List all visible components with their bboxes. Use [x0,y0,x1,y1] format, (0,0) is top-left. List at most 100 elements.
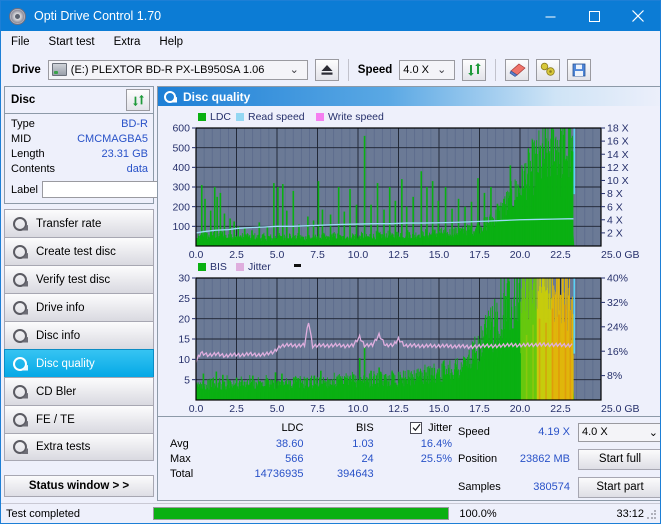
disc-icon [13,356,27,371]
disc-row-contents: Contents data [11,162,148,177]
menu-start-test[interactable]: Start test [47,34,104,50]
max-jitter: 25.5% [420,452,452,465]
status-window-button[interactable]: Status window > > [4,475,154,497]
svg-text:10 X: 10 X [607,175,629,187]
svg-text:7.5: 7.5 [310,403,325,415]
svg-text:BIS: BIS [210,261,227,273]
toolbar-separator-2 [495,58,497,81]
disc-refresh-button[interactable] [126,89,150,111]
svg-text:100: 100 [172,221,190,233]
start-full-button[interactable]: Start full [578,448,660,470]
chevron-down-icon: ⌄ [289,64,299,76]
sidebar-item-drive-info[interactable]: Drive info [4,293,154,321]
resize-grip-icon[interactable] [646,509,658,521]
disc-panel-title: Disc [11,94,36,106]
stats-table: LDC BIS Jitter Avg 38.60 1.03 16.4% Max … [166,420,456,481]
sidebar-item-disc-quality[interactable]: Disc quality [4,349,154,377]
disc-label-row: Label [11,180,233,199]
speed-select-bottom[interactable]: 4.0 X ⌄ [578,422,660,442]
speed-label: Speed [357,63,393,76]
total-ldc: 14736935 [254,467,304,480]
disc-mid-value: CMCMAGBA5 [77,133,148,145]
menu-extra[interactable]: Extra [112,34,150,50]
disc-type-value: BD-R [121,118,148,130]
sidebar-nav: Transfer rate Create test disc Verify te… [4,209,154,461]
menu-help[interactable]: Help [157,34,192,50]
erase-button[interactable] [505,58,530,81]
drive-select[interactable]: (E:) PLEXTOR BD-R PX-LB950SA 1.06 ⌄ [47,59,308,80]
status-message: Test completed [6,507,80,520]
disc-panel-header: Disc [5,87,153,114]
svg-text:Read speed: Read speed [248,111,305,123]
table-row: Total 14736935 394643 [166,466,456,481]
svg-text:400: 400 [172,162,190,174]
disc-length-value: 23.31 GB [101,148,148,160]
disc-label-key: Label [11,183,38,196]
sidebar-item-cd-bler[interactable]: CD Bler [4,377,154,405]
svg-text:30: 30 [178,273,190,285]
row-label-total: Total [170,467,194,480]
sidebar-item-label: Transfer rate [36,217,102,230]
svg-text:18 X: 18 X [607,123,629,135]
svg-text:17.5: 17.5 [469,403,490,415]
svg-text:12.5: 12.5 [388,403,409,415]
svg-text:22.5: 22.5 [550,403,571,415]
disc-icon [13,412,27,427]
sidebar-item-label: CD Bler [36,385,77,398]
jitter-checkbox[interactable] [410,421,423,434]
svg-text:15.0: 15.0 [429,249,450,261]
disc-icon [13,328,27,343]
samples-value: 380574 [533,481,570,493]
eject-button[interactable] [314,58,339,81]
stats-table-wrap: LDC BIS Jitter Avg 38.60 1.03 16.4% Max … [158,420,458,500]
sidebar-item-fe-te[interactable]: FE / TE [4,405,154,433]
sidebar-item-transfer-rate[interactable]: Transfer rate [4,209,154,237]
sidebar-item-create-test-disc[interactable]: Create test disc [4,237,154,265]
sidebar-item-disc-info[interactable]: Disc info [4,321,154,349]
window-controls [528,1,660,31]
sidebar-item-label: Create test disc [36,245,116,258]
progress-track [153,507,450,520]
samples-label: Samples [458,481,501,493]
close-icon[interactable] [616,1,660,31]
stats-row-header-blank [166,420,218,436]
svg-text:8%: 8% [607,370,622,382]
refresh-button[interactable] [462,58,487,81]
progress-bar [148,504,454,523]
jitter-label: Jitter [428,421,452,434]
disc-row-length: Length 23.31 GB [11,147,148,162]
disc-icon [9,7,26,25]
progress-fill [154,508,449,519]
svg-text:16%: 16% [607,346,628,358]
svg-text:24%: 24% [607,321,628,333]
svg-text:12.5: 12.5 [388,249,409,261]
svg-text:17.5: 17.5 [469,249,490,261]
chevron-down-icon: ⌄ [437,64,447,76]
speed-stat-value: 4.19 X [538,426,570,438]
disc-mid-key: MID [11,133,32,145]
stats-panel: LDC BIS Jitter Avg 38.60 1.03 16.4% Max … [158,416,660,500]
minimize-icon[interactable] [528,1,572,31]
save-button[interactable] [567,58,592,81]
svg-text:10: 10 [178,354,190,366]
disc-rows: Type BD-R MID CMCMAGBA5 Length 23.31 GB … [5,114,233,203]
status-bar: Test completed 100.0% 33:12 [1,503,660,523]
tools-button[interactable] [536,58,561,81]
start-part-button[interactable]: Start part [578,476,660,498]
sidebar-item-label: Disc quality [36,357,95,370]
svg-text:32%: 32% [607,297,628,309]
chevron-down-icon: ⌄ [648,426,658,439]
speed-select[interactable]: 4.0 X ⌄ [399,59,456,80]
menu-file[interactable]: File [9,34,39,50]
sidebar-item-label: Disc info [36,329,81,342]
sidebar-item-verify-test-disc[interactable]: Verify test disc [4,265,154,293]
maximize-icon[interactable] [572,1,616,31]
sidebar: Disc Type BD-R MID CMCMAGBA5 Length 23.3… [1,86,233,501]
svg-text:200: 200 [172,201,190,213]
drive-icon [51,63,67,76]
sidebar-item-extra-tests[interactable]: Extra tests [4,433,154,461]
svg-text:500: 500 [172,142,190,154]
drive-label: Drive [12,63,41,76]
svg-text:5.0: 5.0 [270,249,285,261]
avg-ldc: 38.60 [275,437,304,450]
